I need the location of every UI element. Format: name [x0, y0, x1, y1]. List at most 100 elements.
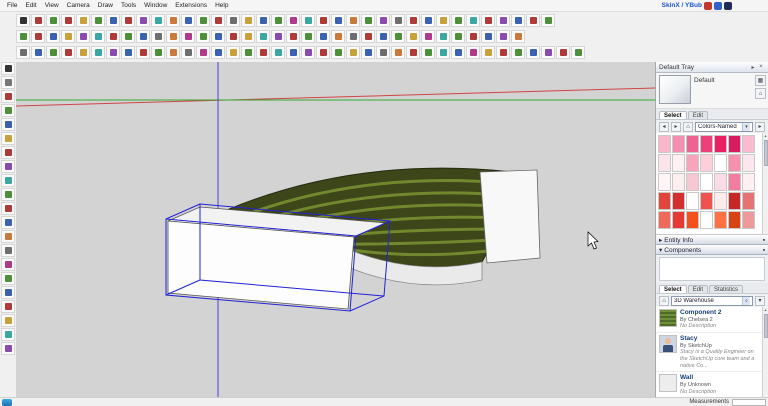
tool-icon[interactable]	[166, 30, 180, 43]
tool-icon[interactable]	[391, 46, 405, 59]
tool-icon[interactable]	[181, 14, 195, 27]
tool-icon[interactable]	[436, 14, 450, 27]
tool-icon[interactable]	[1, 328, 15, 341]
color-swatch[interactable]	[728, 211, 741, 229]
display-secondary-pane-icon[interactable]: ▦	[755, 75, 766, 86]
back-icon[interactable]: ◂	[659, 121, 669, 132]
color-swatch[interactable]	[700, 135, 713, 153]
tool-icon[interactable]	[1, 216, 15, 229]
scroll-thumb[interactable]	[763, 140, 768, 167]
tool-icon[interactable]	[181, 46, 195, 59]
tool-icon[interactable]	[481, 30, 495, 43]
tool-icon[interactable]	[1, 244, 15, 257]
tool-icon[interactable]	[466, 46, 480, 59]
menu-extensions[interactable]: Extensions	[171, 2, 211, 9]
tool-icon[interactable]	[1, 258, 15, 271]
tool-icon[interactable]	[211, 14, 225, 27]
plugin-icon[interactable]	[714, 1, 722, 10]
tool-icon[interactable]	[1, 230, 15, 243]
tool-icon[interactable]	[1, 188, 15, 201]
tool-icon[interactable]	[76, 46, 90, 59]
tool-icon[interactable]	[511, 30, 525, 43]
create-material-icon[interactable]: ⌂	[755, 88, 766, 99]
tool-icon[interactable]	[1, 104, 15, 117]
tab-select[interactable]: Select	[659, 285, 687, 293]
tool-icon[interactable]	[196, 14, 210, 27]
tool-icon[interactable]	[106, 46, 120, 59]
menu-camera[interactable]: Camera	[63, 2, 94, 9]
tab-edit[interactable]: Edit	[687, 111, 709, 119]
tool-icon[interactable]	[121, 14, 135, 27]
tool-icon[interactable]	[391, 14, 405, 27]
tool-icon[interactable]	[301, 30, 315, 43]
tool-icon[interactable]	[316, 46, 330, 59]
components-scrollbar[interactable]: ▴	[762, 307, 768, 398]
color-swatch[interactable]	[728, 192, 741, 210]
tool-icon[interactable]	[196, 46, 210, 59]
tool-icon[interactable]	[106, 14, 120, 27]
tool-icon[interactable]	[511, 14, 525, 27]
tool-icon[interactable]	[256, 46, 270, 59]
tool-icon[interactable]	[451, 30, 465, 43]
color-swatch[interactable]	[728, 135, 741, 153]
color-swatch[interactable]	[672, 154, 685, 172]
components-bar[interactable]: ▾ Components ▪	[656, 245, 768, 255]
tool-icon[interactable]	[166, 14, 180, 27]
tool-icon[interactable]	[481, 14, 495, 27]
tool-icon[interactable]	[376, 14, 390, 27]
component-list-item[interactable]: Component 2 By Chelsea 2 No Description	[656, 307, 762, 333]
tool-icon[interactable]	[151, 46, 165, 59]
model-canvas[interactable]	[16, 62, 655, 398]
tool-icon[interactable]	[1, 146, 15, 159]
color-swatch[interactable]	[714, 173, 727, 191]
tool-icon[interactable]	[1, 118, 15, 131]
in-model-components-icon[interactable]: ⌂	[659, 295, 669, 306]
tool-icon[interactable]	[241, 46, 255, 59]
tool-icon[interactable]	[136, 30, 150, 43]
color-swatch[interactable]	[658, 173, 671, 191]
tool-icon[interactable]	[1, 62, 15, 75]
tool-icon[interactable]	[376, 46, 390, 59]
tool-icon[interactable]	[31, 46, 45, 59]
tool-icon[interactable]	[16, 30, 30, 43]
color-swatch[interactable]	[658, 211, 671, 229]
tool-icon[interactable]	[316, 30, 330, 43]
tool-icon[interactable]	[256, 30, 270, 43]
tool-icon[interactable]	[286, 30, 300, 43]
tool-icon[interactable]	[346, 30, 360, 43]
tool-icon[interactable]	[1, 314, 15, 327]
tool-icon[interactable]	[526, 14, 540, 27]
tool-icon[interactable]	[496, 46, 510, 59]
color-swatch[interactable]	[714, 192, 727, 210]
color-swatch[interactable]	[686, 192, 699, 210]
tool-icon[interactable]	[226, 46, 240, 59]
forward-icon[interactable]: ▸	[671, 121, 681, 132]
viewport[interactable]	[16, 62, 655, 398]
menu-view[interactable]: View	[41, 2, 63, 9]
tool-icon[interactable]	[556, 46, 570, 59]
color-swatch[interactable]	[686, 154, 699, 172]
tool-icon[interactable]	[421, 14, 435, 27]
tool-icon[interactable]	[1, 300, 15, 313]
tool-icon[interactable]	[1, 342, 15, 355]
color-swatch[interactable]	[742, 154, 755, 172]
tool-icon[interactable]	[496, 14, 510, 27]
component-list-item[interactable]: Wall By Unknown No Description	[656, 372, 762, 398]
tool-icon[interactable]	[241, 30, 255, 43]
tool-icon[interactable]	[226, 14, 240, 27]
tool-icon[interactable]	[226, 30, 240, 43]
color-swatch[interactable]	[728, 154, 741, 172]
tool-icon[interactable]	[136, 46, 150, 59]
pin-icon[interactable]: ▪	[763, 237, 765, 244]
tool-icon[interactable]	[46, 14, 60, 27]
tool-icon[interactable]	[211, 46, 225, 59]
pin-icon[interactable]: ▪	[763, 247, 765, 254]
measurements-input[interactable]	[732, 398, 766, 406]
tool-icon[interactable]	[376, 30, 390, 43]
tool-icon[interactable]	[61, 30, 75, 43]
color-swatch[interactable]	[700, 211, 713, 229]
tool-icon[interactable]	[211, 30, 225, 43]
in-model-icon[interactable]: ⌂	[683, 121, 693, 132]
scroll-up-icon[interactable]: ▴	[764, 307, 766, 312]
menu-window[interactable]: Window	[140, 2, 171, 9]
